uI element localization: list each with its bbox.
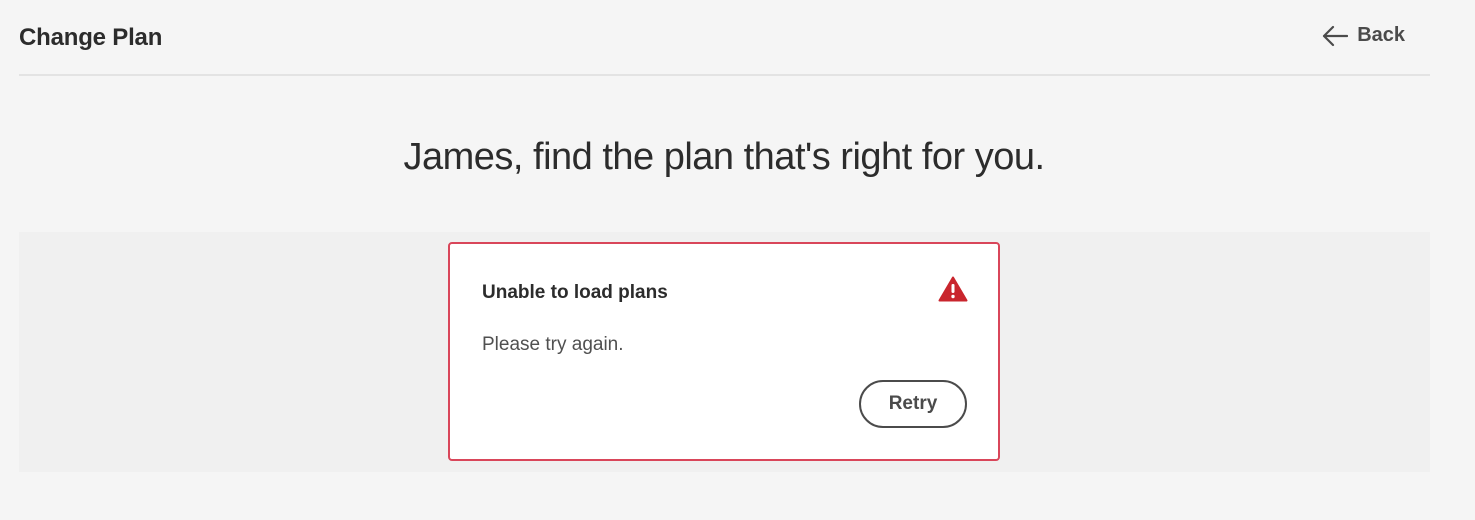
alert-triangle-icon xyxy=(938,276,968,302)
error-card: Unable to load plans Please try again. R… xyxy=(448,242,1000,461)
page-title: Change Plan xyxy=(19,24,163,51)
arrow-left-icon xyxy=(1322,25,1349,47)
retry-button[interactable]: Retry xyxy=(859,380,967,428)
back-link[interactable]: Back xyxy=(1322,24,1405,47)
error-message: Please try again. xyxy=(482,334,624,355)
page-headline: James, find the plan that's right for yo… xyxy=(403,136,1045,178)
page-header: Change Plan Back xyxy=(19,0,1430,76)
error-title: Unable to load plans xyxy=(482,282,668,303)
back-label: Back xyxy=(1357,24,1405,46)
